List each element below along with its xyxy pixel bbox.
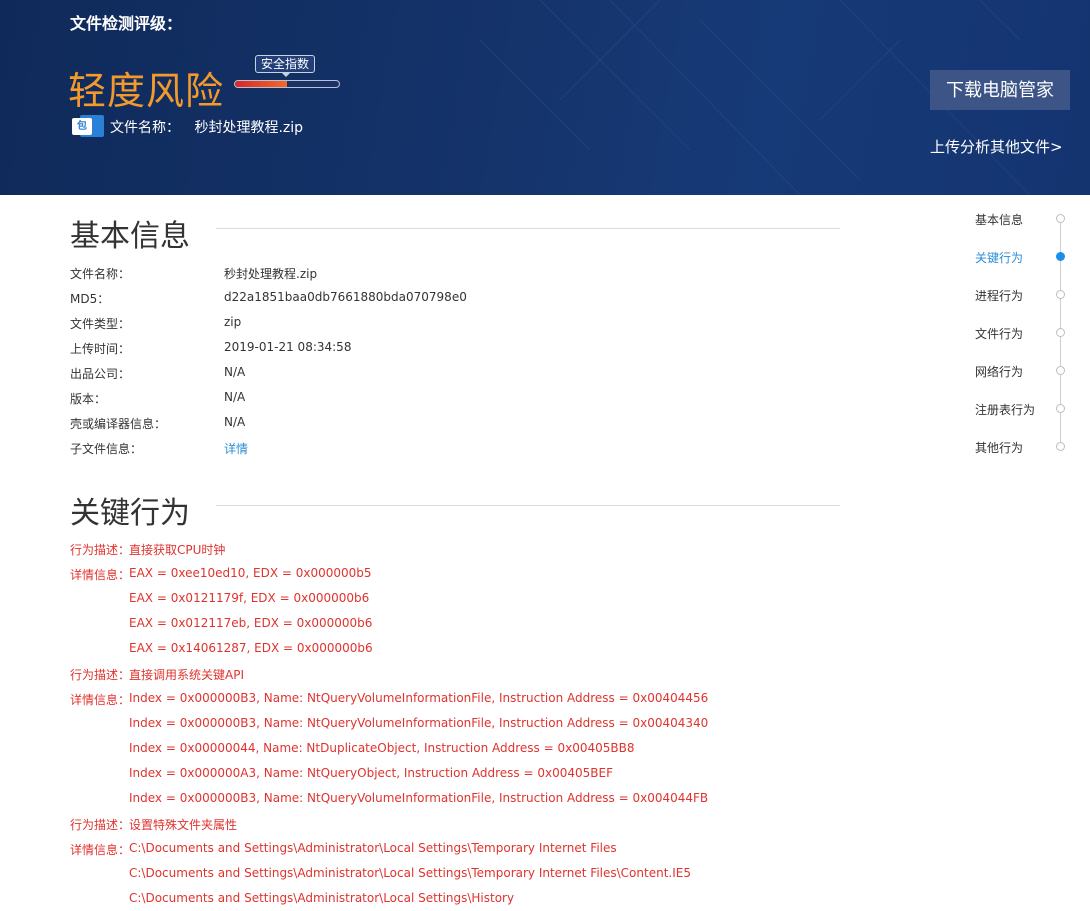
divider bbox=[216, 228, 840, 229]
nav-item[interactable]: 关键行为 bbox=[960, 243, 1070, 265]
behavior-value: EAX = 0x0121179f, EDX = 0x000000b6 bbox=[129, 591, 370, 605]
section-nav: 基本信息关键行为进程行为文件行为网络行为注册表行为其他行为 bbox=[960, 205, 1080, 465]
basic-info-section-header: 基本信息 bbox=[70, 211, 840, 254]
behavior-value: Index = 0x000000B3, Name: NtQueryVolumeI… bbox=[129, 791, 709, 805]
behavior-key: 详情信息： bbox=[70, 568, 131, 582]
behavior-value: Index = 0x000000A3, Name: NtQueryObject,… bbox=[129, 766, 613, 780]
sub-file-details-link[interactable]: 详情 bbox=[224, 440, 248, 457]
info-value: N/A bbox=[224, 415, 246, 429]
key-behaviors-title: 关键行为 bbox=[70, 496, 190, 531]
safety-index-fill bbox=[235, 81, 287, 87]
nav-item-label: 其他行为 bbox=[975, 441, 1024, 455]
nav-item[interactable]: 网络行为 bbox=[960, 357, 1070, 379]
risk-level: 轻度风险 bbox=[68, 69, 225, 113]
behavior-value: Index = 0x000000B3, Name: NtQueryVolumeI… bbox=[129, 716, 709, 730]
nav-item-label: 网络行为 bbox=[975, 365, 1024, 379]
behavior-value: 直接获取CPU时钟 bbox=[129, 543, 226, 557]
behavior-key: 行为描述： bbox=[70, 668, 131, 682]
nav-dot-icon bbox=[1056, 290, 1065, 299]
nav-dot-icon bbox=[1056, 442, 1065, 451]
behavior-value: Index = 0x00000044, Name: NtDuplicateObj… bbox=[129, 741, 635, 755]
info-key: 版本： bbox=[70, 392, 107, 406]
nav-item-label: 基本信息 bbox=[975, 213, 1024, 227]
safety-index-bar bbox=[234, 80, 340, 88]
info-value: N/A bbox=[224, 365, 246, 379]
behavior-key: 行为描述： bbox=[70, 543, 131, 557]
zip-file-icon: 包 bbox=[72, 115, 104, 137]
behavior-value: EAX = 0x14061287, EDX = 0x000000b6 bbox=[129, 641, 373, 655]
safety-index-tag: 安全指数 bbox=[255, 55, 316, 77]
info-key: 上传时间： bbox=[70, 342, 131, 356]
info-value: 秒封处理教程.zip bbox=[224, 267, 318, 281]
nav-item-label: 文件行为 bbox=[975, 327, 1024, 341]
behavior-value: 直接调用系统关键API bbox=[129, 668, 244, 682]
info-value: d22a1851baa0db7661880bda070798e0 bbox=[224, 290, 467, 304]
behavior-key: 详情信息： bbox=[70, 693, 131, 707]
basic-info-title: 基本信息 bbox=[70, 219, 190, 254]
divider bbox=[216, 505, 840, 506]
nav-item[interactable]: 进程行为 bbox=[960, 281, 1070, 303]
key-behaviors-section-header: 关键行为 bbox=[70, 488, 840, 531]
nav-dot-icon bbox=[1056, 328, 1065, 337]
info-value: 2019-01-21 08:34:58 bbox=[224, 340, 352, 354]
header-banner: 文件检测评级： 轻度风险 安全指数 包 文件名称： 秒封处理教程.zip 下载电… bbox=[0, 0, 1090, 195]
info-key: MD5： bbox=[70, 292, 110, 306]
behavior-value: EAX = 0xee10ed10, EDX = 0x000000b5 bbox=[129, 566, 372, 580]
nav-dot-icon bbox=[1056, 366, 1065, 375]
behavior-key: 详情信息： bbox=[70, 843, 131, 857]
behavior-value: EAX = 0x012117eb, EDX = 0x000000b6 bbox=[129, 616, 373, 630]
nav-dot-icon bbox=[1056, 252, 1065, 261]
info-key: 出品公司： bbox=[70, 367, 131, 381]
rating-label: 文件检测评级： bbox=[70, 14, 183, 33]
nav-item[interactable]: 其他行为 bbox=[960, 433, 1070, 455]
behavior-key: 行为描述： bbox=[70, 818, 131, 832]
download-pc-manager-button[interactable]: 下载电脑管家 bbox=[930, 70, 1070, 110]
nav-item-label: 进程行为 bbox=[975, 289, 1024, 303]
behavior-value: C:\Documents and Settings\Administrator\… bbox=[129, 841, 617, 855]
info-key: 文件名称： bbox=[70, 267, 131, 281]
upload-other-file-link[interactable]: 上传分析其他文件> bbox=[930, 136, 1063, 157]
info-key: 子文件信息： bbox=[70, 442, 143, 456]
behavior-value: 设置特殊文件夹属性 bbox=[129, 818, 238, 832]
info-value: N/A bbox=[224, 390, 246, 404]
nav-dot-icon bbox=[1056, 404, 1065, 413]
info-key: 文件类型： bbox=[70, 317, 131, 331]
behavior-value: Index = 0x000000B3, Name: NtQueryVolumeI… bbox=[129, 691, 709, 705]
info-value: zip bbox=[224, 315, 242, 329]
nav-item-label: 关键行为 bbox=[975, 251, 1024, 265]
file-name-value: 秒封处理教程.zip bbox=[194, 120, 304, 136]
nav-dot-icon bbox=[1056, 214, 1065, 223]
file-name-label: 文件名称： bbox=[110, 120, 180, 136]
nav-item[interactable]: 文件行为 bbox=[960, 319, 1070, 341]
nav-item[interactable]: 注册表行为 bbox=[960, 395, 1070, 417]
info-key: 壳或编译器信息： bbox=[70, 417, 167, 431]
nav-item[interactable]: 基本信息 bbox=[960, 205, 1070, 227]
file-name-row: 文件名称： 秒封处理教程.zip bbox=[110, 117, 303, 137]
behavior-value: C:\Documents and Settings\Administrator\… bbox=[129, 891, 515, 905]
nav-item-label: 注册表行为 bbox=[975, 403, 1036, 417]
behavior-value: C:\Documents and Settings\Administrator\… bbox=[129, 866, 691, 880]
